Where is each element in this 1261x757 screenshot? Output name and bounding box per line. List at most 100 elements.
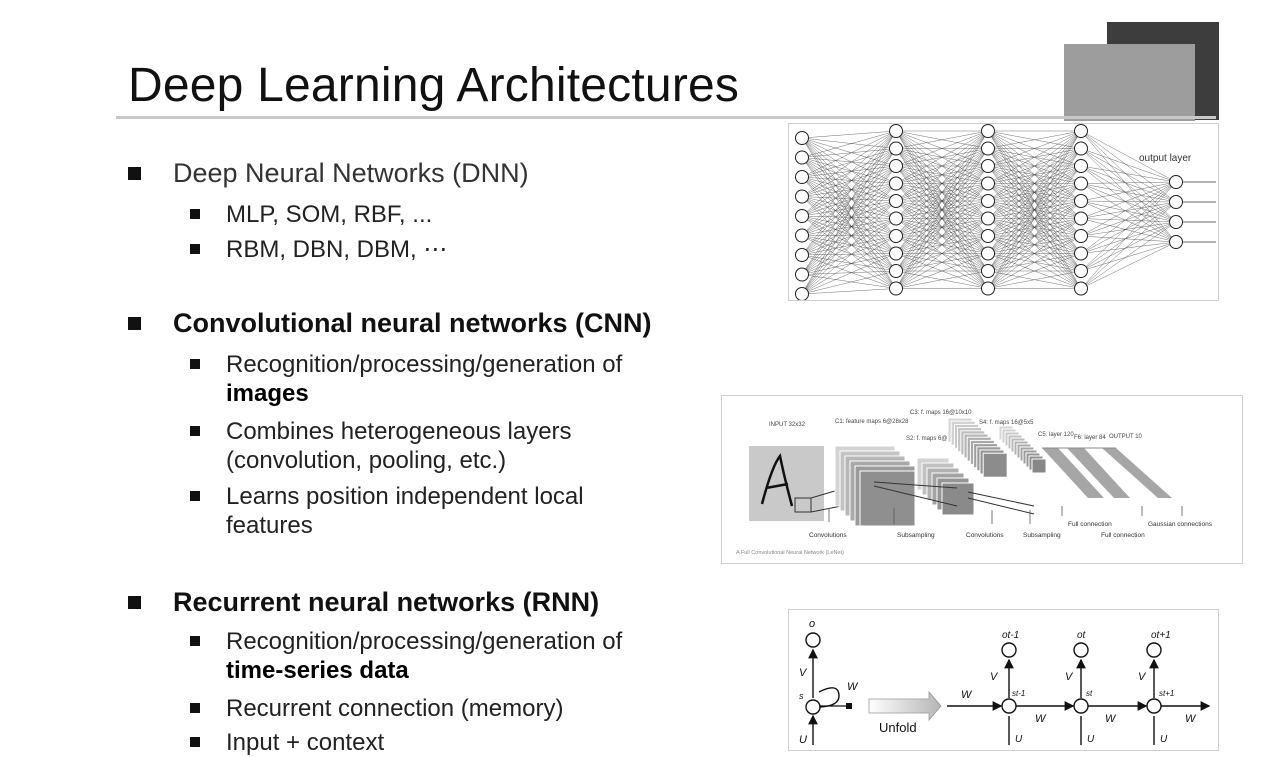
dnn-neuron	[1074, 281, 1088, 296]
bullet-square-icon	[128, 317, 141, 330]
cnn-c5-label: C5: layer 120	[1038, 432, 1074, 438]
title-underline	[116, 116, 1216, 119]
rnn-figure: o V s W U Unfold W ot-1 V st-1 U W ot V …	[788, 609, 1219, 751]
slide-title: Deep Learning Architectures	[128, 59, 740, 112]
cnn-gaussian-label: Gaussian connections	[1148, 521, 1213, 528]
dnn-neuron	[889, 246, 903, 261]
cnn-item-3-line1: Learns position independent local	[226, 483, 584, 510]
sub-bullet-rnn-1: Recognition/processing/generation of time…	[190, 627, 622, 685]
rnn-o-t-label: ot	[1077, 630, 1087, 641]
sub-bullet-cnn-3: Learns position independent local feature…	[190, 482, 584, 540]
cnn-convolutions-1-label: Convolutions	[809, 532, 847, 539]
dnn-neuron	[1169, 215, 1183, 229]
cnn-subsampling-1-label: Subsampling	[897, 532, 935, 539]
cnn-subsampling-2-label: Subsampling	[1023, 532, 1061, 539]
rnn-u-label: U	[799, 734, 807, 746]
rnn-s-t-label: st	[1086, 689, 1093, 698]
rnn-unfold-w-label-3: W	[1105, 713, 1117, 725]
rnn-time-step-next: ot+1 V st+1 U	[1138, 630, 1174, 745]
dnn-neuron	[1074, 141, 1088, 156]
sub-bullet-dnn-1: MLP, SOM, RBF, ...	[190, 200, 432, 229]
rnn-s-prev-label: st-1	[1012, 689, 1025, 698]
dnn-neuron	[795, 228, 809, 243]
rnn-u-prev-label: U	[1015, 734, 1023, 745]
dnn-neuron	[981, 159, 995, 173]
cnn-figure: INPUT 32x32 C1: feature maps 6@28x28 C3:…	[721, 395, 1243, 564]
dnn-neuron	[981, 229, 995, 243]
lenet-diagram: INPUT 32x32 C1: feature maps 6@28x28 C3:…	[736, 410, 1213, 556]
cnn-item-1-line2: images	[226, 380, 309, 407]
dnn-neuron	[1074, 194, 1088, 208]
sub-bullet-cnn-2: Combines heterogeneous layers (convolutio…	[190, 417, 572, 475]
dnn-neuron	[981, 211, 995, 226]
dnn-neuron	[981, 281, 995, 296]
rnn-o-label: o	[809, 618, 815, 630]
cnn-input-label: INPUT 32x32	[769, 422, 806, 428]
rnn-w-label: W	[847, 681, 859, 693]
dnn-neuron	[981, 264, 995, 278]
dnn-neuron	[795, 267, 809, 282]
rnn-v-label: V	[799, 667, 808, 679]
rnn-v-next-label: V	[1138, 671, 1147, 683]
rnn-time-step-prev: ot-1 V st-1 U	[990, 630, 1025, 745]
rnn-item-3: Input + context	[226, 729, 385, 756]
bullet-square-icon	[128, 596, 141, 609]
dnn-neuron	[889, 141, 903, 156]
dnn-item-1: MLP, SOM, RBF, ...	[226, 201, 433, 228]
dnn-neuron	[795, 131, 809, 145]
rnn-unfold-w-label-2: W	[1035, 713, 1047, 725]
rnn-unfold-w-label-4: W	[1185, 713, 1197, 725]
title-decoration-light	[1064, 44, 1195, 121]
unfold-arrow-icon	[868, 690, 942, 722]
rnn-o-prev-label: ot-1	[1002, 630, 1019, 641]
dnn-heading: Deep Neural Networks (DNN)	[173, 158, 529, 188]
dnn-item-2: RBM, DBN, DBM, ⋯	[226, 236, 448, 263]
rnn-recurrent-loop	[818, 687, 840, 708]
rnn-item-1-line2: time-series data	[226, 657, 409, 684]
rnn-item-2: Recurrent connection (memory)	[226, 695, 564, 722]
dnn-neuron	[889, 176, 903, 191]
bullet-square-icon	[190, 737, 200, 747]
bullet-square-icon	[190, 426, 200, 436]
bullet-square-icon	[190, 636, 200, 646]
bullet-square-icon	[190, 209, 200, 219]
sub-bullet-dnn-2: RBM, DBN, DBM, ⋯	[190, 235, 447, 264]
dnn-neuron	[981, 141, 995, 156]
bullet-rnn: Recurrent neural networks (RNN)	[128, 587, 599, 618]
cnn-s4-label: S4: f. maps 16@5x5	[979, 420, 1034, 426]
rnn-s-next-label: st+1	[1159, 689, 1174, 698]
dnn-neuron	[1074, 246, 1088, 261]
cnn-item-2-line1: Combines heterogeneous layers	[226, 418, 572, 445]
cnn-caption: A Full Convolutional Neural Network (LeN…	[736, 550, 844, 556]
dnn-neuron	[981, 124, 995, 138]
dnn-neuron	[1074, 211, 1088, 226]
sub-bullet-rnn-2: Recurrent connection (memory)	[190, 694, 563, 723]
dnn-neuron	[795, 189, 809, 204]
cnn-c3-label: C3: f. maps 16@10x10	[910, 410, 972, 416]
dnn-neuron	[889, 124, 903, 138]
dnn-neuron	[1074, 124, 1088, 138]
dnn-network-diagram: output layer	[795, 124, 1216, 301]
dnn-neuron	[1074, 229, 1088, 243]
rnn-heading: Recurrent neural networks (RNN)	[173, 587, 600, 617]
dnn-figure: output layer	[788, 123, 1219, 301]
rnn-item-1-line1: Recognition/processing/generation of	[226, 628, 623, 655]
cnn-f6-label: F6: layer 84	[1074, 435, 1106, 441]
cnn-item-3-line2: features	[226, 512, 313, 539]
dnn-neuron	[795, 248, 809, 262]
rnn-unfold-diagram: o V s W U Unfold W ot-1 V st-1 U W ot V …	[799, 618, 1211, 746]
rnn-o-next-label: ot+1	[1151, 630, 1171, 641]
cnn-feature-map	[982, 452, 1008, 478]
dnn-neuron	[1074, 264, 1088, 278]
rnn-u-t-label: U	[1087, 734, 1095, 745]
dnn-neuron	[981, 246, 995, 261]
dnn-neuron	[795, 287, 809, 301]
rnn-s-label: s	[799, 691, 804, 701]
dnn-neuron	[1169, 195, 1183, 209]
rnn-v-prev-label: V	[990, 671, 999, 683]
cnn-item-1-line1: Recognition/processing/generation of	[226, 351, 623, 378]
rnn-output-node	[805, 632, 821, 648]
cnn-feature-map	[1031, 458, 1047, 474]
bullet-square-icon	[128, 167, 141, 180]
sub-bullet-rnn-3: Input + context	[190, 728, 384, 757]
